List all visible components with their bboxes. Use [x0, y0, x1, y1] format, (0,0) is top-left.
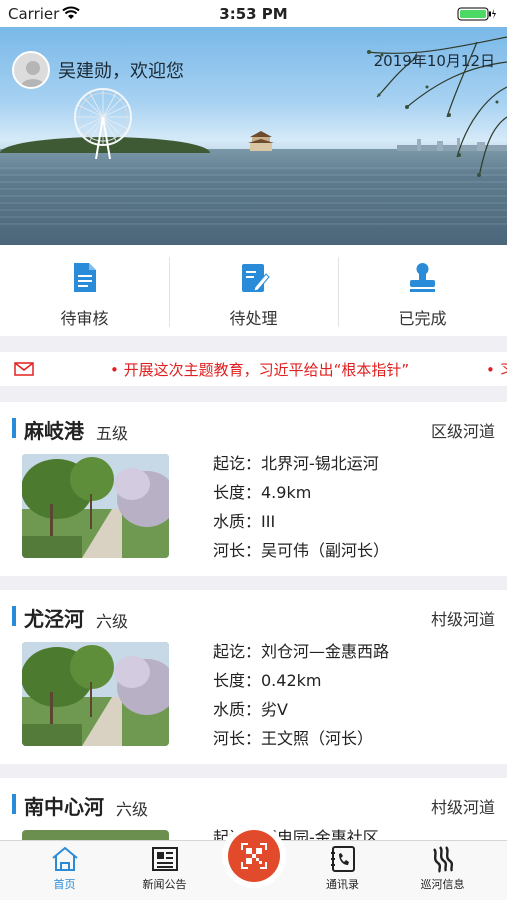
- river-chief: 河长：吴可伟（副河长）: [213, 541, 390, 560]
- avatar[interactable]: [12, 51, 50, 89]
- river-thumbnail: [22, 642, 169, 746]
- river-photo-image: [22, 454, 169, 558]
- river-card[interactable]: 麻岐港 五级 区级河道 起讫：北界河-锡北运河 长度：4.9km 水质：III …: [0, 402, 507, 576]
- welcome-message: 吴建勋，欢迎您: [58, 61, 184, 82]
- title-accent-bar: [12, 794, 16, 814]
- tab-label: 通讯录: [326, 878, 359, 891]
- river-length: 长度：4.9km: [213, 483, 312, 502]
- river-level: 五级: [96, 424, 129, 443]
- river-chief: 河长：王文照（河长）: [213, 729, 374, 748]
- scan-button[interactable]: [222, 824, 286, 888]
- river-name: 南中心河: [24, 795, 104, 819]
- title-accent-bar: [12, 418, 16, 438]
- tab-label: 首页: [53, 878, 76, 891]
- river-type: 村级河道: [430, 610, 495, 629]
- river-thumbnail: [22, 830, 169, 840]
- river-type: 村级河道: [430, 798, 495, 817]
- river-name: 尤泾河: [24, 607, 84, 631]
- quick-action-label: 待处理: [229, 309, 278, 328]
- river-type: 区级河道: [430, 422, 495, 441]
- status-time: 3:53 PM: [219, 5, 288, 23]
- water-quality: 水质：III: [213, 512, 276, 531]
- river-level: 六级: [96, 612, 129, 631]
- pending-review-button[interactable]: 待审核: [0, 245, 169, 336]
- quick-actions: 待审核 待处理 已完成: [0, 245, 507, 336]
- river-range: 起讫：北界河-锡北运河: [213, 454, 379, 473]
- stamp-icon: [410, 263, 435, 292]
- document-icon: [74, 263, 96, 292]
- river-patrol-icon: [433, 846, 454, 873]
- newspaper-icon: [152, 847, 178, 871]
- tab-label: 巡河信息: [420, 878, 465, 891]
- status-bar: Carrier 3:53 PM: [0, 0, 507, 27]
- title-accent-bar: [12, 606, 16, 626]
- water-quality: 水质：劣V: [213, 700, 288, 719]
- completed-button[interactable]: 已完成: [338, 245, 507, 336]
- tab-contacts[interactable]: 通讯录: [292, 841, 393, 900]
- tab-label: 新闻公告: [142, 878, 187, 891]
- mail-icon: [14, 362, 34, 376]
- battery-icon: [457, 7, 496, 21]
- river-thumbnail: [22, 454, 169, 558]
- tab-home[interactable]: 首页: [14, 841, 115, 900]
- current-date: 2019年10月12日: [373, 52, 495, 70]
- ferris-wheel-image: [74, 88, 132, 159]
- river-length: 长度：0.42km: [213, 671, 322, 690]
- edit-icon: [242, 264, 270, 292]
- ticker-headline[interactable]: • 开展这次主题教育，习近平给出“根本指针”: [110, 359, 409, 380]
- river-card[interactable]: 尤泾河 六级 村级河道 起讫：刘仓河—金惠西路 长度：0.42km 水质：劣V …: [0, 590, 507, 764]
- home-icon: [52, 846, 78, 871]
- news-ticker[interactable]: • 开展这次主题教育，习近平给出“根本指针” • 习: [0, 352, 507, 386]
- tab-news[interactable]: 新闻公告: [114, 841, 215, 900]
- quick-action-label: 待审核: [60, 309, 109, 328]
- river-level: 六级: [116, 800, 149, 819]
- river-range: 起讫：刘仓河—金惠西路: [213, 642, 390, 661]
- ticker-headline-next[interactable]: • 习: [486, 359, 507, 380]
- header-banner: 吴建勋，欢迎您 2019年10月12日: [0, 27, 507, 245]
- river-name: 麻岐港: [24, 419, 84, 443]
- qr-scan-icon: [241, 843, 267, 869]
- tab-river-patrol[interactable]: 巡河信息: [392, 841, 493, 900]
- quick-action-label: 已完成: [398, 309, 447, 328]
- scan-button-circle: [228, 830, 280, 882]
- contacts-icon: [331, 846, 355, 872]
- pending-process-button[interactable]: 待处理: [169, 245, 338, 336]
- river-photo-image: [22, 642, 169, 746]
